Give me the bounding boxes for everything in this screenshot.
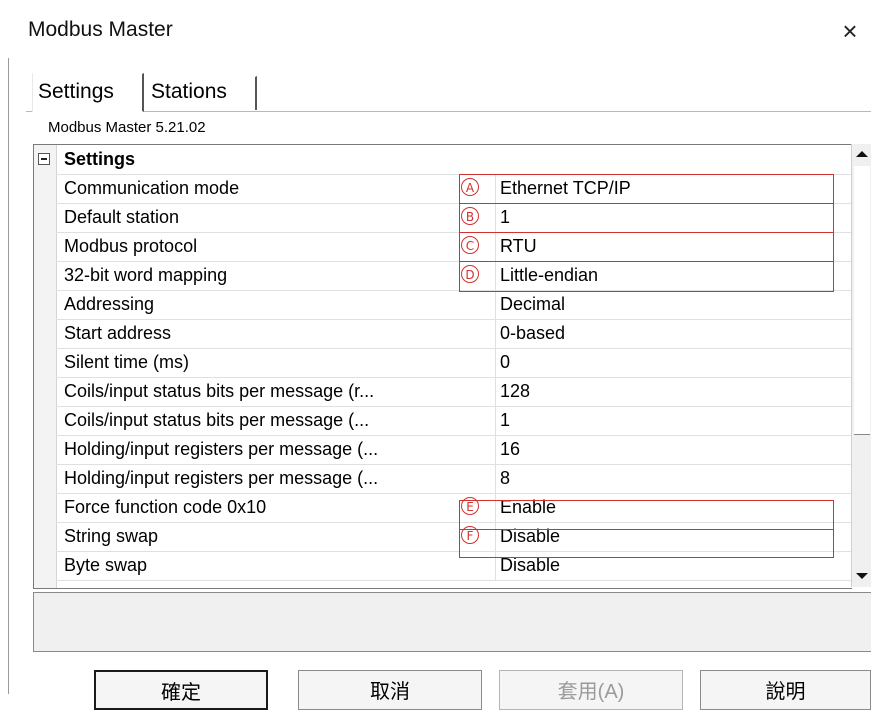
property-value[interactable]: 8 <box>495 464 852 493</box>
property-name: Holding/input registers per message (... <box>64 439 379 459</box>
annotation-marker-c: C <box>461 236 479 254</box>
tab-strip-divider <box>26 111 871 112</box>
property-value[interactable]: 1 <box>495 203 852 232</box>
property-value[interactable]: 1 <box>495 406 852 435</box>
property-row-coils-write[interactable]: Coils/input status bits per message (...… <box>56 406 852 436</box>
property-value[interactable]: RTU <box>495 232 852 261</box>
property-name: 32-bit word mapping <box>64 265 228 285</box>
property-row-word-mapping[interactable]: 32-bit word mapping D Little-endian <box>56 261 852 291</box>
property-row-byte-swap[interactable]: Byte swap Disable <box>56 551 852 581</box>
property-row-communication-mode[interactable]: Communication mode A Ethernet TCP/IP <box>56 174 852 204</box>
scroll-down-arrow-icon[interactable] <box>852 565 871 587</box>
property-row-silent-time[interactable]: Silent time (ms) 0 <box>56 348 852 378</box>
property-name: String swap <box>64 526 159 546</box>
property-row-coils-read[interactable]: Coils/input status bits per message (r..… <box>56 377 852 407</box>
property-row-force-function-code[interactable]: Force function code 0x10 E Enable <box>56 493 852 523</box>
cancel-button[interactable]: 取消 <box>298 670 482 710</box>
version-label: Modbus Master 5.21.02 <box>48 119 206 136</box>
scroll-thumb[interactable] <box>854 166 870 435</box>
property-row-start-address[interactable]: Start address 0-based <box>56 319 852 349</box>
property-name: Silent time (ms) <box>64 352 190 372</box>
property-name: Force function code 0x10 <box>64 497 267 517</box>
property-row-registers-write[interactable]: Holding/input registers per message (...… <box>56 464 852 494</box>
window-left-border <box>8 58 9 694</box>
grid-margin <box>34 145 57 588</box>
annotation-marker-e: E <box>461 497 479 515</box>
property-value[interactable]: Little-endian <box>495 261 852 290</box>
property-name: Addressing <box>64 294 155 314</box>
help-button[interactable]: 說明 <box>700 670 871 710</box>
description-panel <box>33 592 871 652</box>
vertical-scrollbar[interactable] <box>851 144 871 587</box>
collapse-icon[interactable] <box>38 153 50 165</box>
property-name: Communication mode <box>64 178 240 198</box>
group-label: Settings <box>64 149 136 169</box>
property-value[interactable]: Ethernet TCP/IP <box>495 174 852 203</box>
property-name: Default station <box>64 207 180 227</box>
scroll-up-arrow-icon[interactable] <box>852 144 871 166</box>
property-row-string-swap[interactable]: String swap F Disable <box>56 522 852 552</box>
property-name: Byte swap <box>64 555 148 575</box>
property-row-default-station[interactable]: Default station B 1 <box>56 203 852 233</box>
property-name: Coils/input status bits per message (r..… <box>64 381 375 401</box>
property-value[interactable]: Decimal <box>495 290 852 319</box>
ok-button[interactable]: 確定 <box>94 670 268 710</box>
property-name: Coils/input status bits per message (... <box>64 410 370 430</box>
property-row-addressing[interactable]: Addressing Decimal <box>56 290 852 320</box>
property-value[interactable]: 128 <box>495 377 852 406</box>
property-row-modbus-protocol[interactable]: Modbus protocol C RTU <box>56 232 852 262</box>
window-title: Modbus Master <box>28 18 173 41</box>
group-header-settings[interactable]: Settings <box>38 145 852 175</box>
tab-settings[interactable]: Settings <box>32 73 144 112</box>
annotation-marker-b: B <box>461 207 479 225</box>
annotation-marker-d: D <box>461 265 479 283</box>
property-value[interactable]: 0-based <box>495 319 852 348</box>
property-value[interactable]: 0 <box>495 348 852 377</box>
property-row-registers-read[interactable]: Holding/input registers per message (...… <box>56 435 852 465</box>
property-value[interactable]: Disable <box>495 522 852 551</box>
property-name: Start address <box>64 323 172 343</box>
annotation-marker-a: A <box>461 178 479 196</box>
property-value[interactable]: 16 <box>495 435 852 464</box>
close-icon[interactable]: × <box>836 16 864 46</box>
property-name: Modbus protocol <box>64 236 198 256</box>
tab-stations[interactable]: Stations <box>146 76 257 110</box>
property-name: Holding/input registers per message (... <box>64 468 379 488</box>
property-grid: Settings Communication mode A Ethernet T… <box>33 144 852 589</box>
apply-button[interactable]: 套用(A) <box>499 670 683 710</box>
annotation-marker-f: F <box>461 526 479 544</box>
property-value[interactable]: Disable <box>495 551 852 580</box>
property-value[interactable]: Enable <box>495 493 852 522</box>
